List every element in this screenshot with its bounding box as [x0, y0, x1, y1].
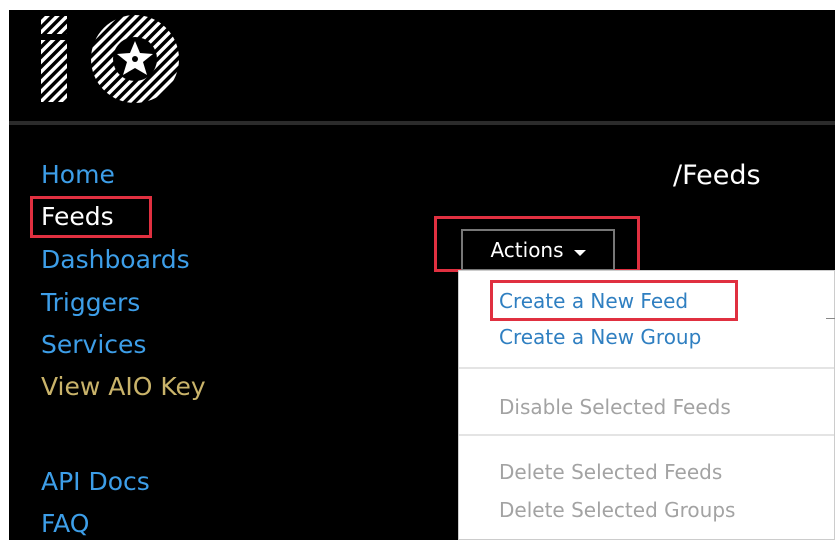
sidebar-item-view-aio-key[interactable]: View AIO Key: [41, 374, 206, 399]
menu-item-disable-selected-feeds: Disable Selected Feeds: [499, 395, 731, 419]
app-window: Home Feeds Dashboards Triggers Services …: [9, 10, 835, 540]
actions-label: Actions: [490, 238, 564, 262]
adafruit-io-logo-icon[interactable]: [39, 12, 199, 110]
breadcrumb-separator: /: [673, 160, 683, 191]
breadcrumb-current: Feeds: [682, 160, 761, 191]
sidebar-item-faq[interactable]: FAQ: [41, 511, 89, 536]
create-feed-highlight-box: [490, 280, 738, 321]
sidebar-item-services[interactable]: Services: [41, 332, 146, 357]
menu-item-delete-selected-groups: Delete Selected Groups: [499, 498, 736, 522]
header-divider: [9, 121, 835, 125]
header: [9, 10, 835, 118]
menu-item-delete-selected-feeds: Delete Selected Feeds: [499, 460, 723, 484]
sidebar-item-home[interactable]: Home: [41, 162, 115, 187]
content-edge-line: [826, 318, 835, 319]
menu-divider: [459, 367, 834, 369]
actions-dropdown-button[interactable]: Actions: [461, 229, 615, 271]
menu-divider: [459, 434, 834, 436]
caret-down-icon: [573, 250, 586, 256]
sidebar-item-dashboards[interactable]: Dashboards: [41, 247, 190, 272]
sidebar-item-triggers[interactable]: Triggers: [41, 290, 140, 315]
breadcrumb: /Feeds: [673, 160, 761, 191]
sidebar-item-api-docs[interactable]: API Docs: [41, 469, 150, 494]
menu-item-create-new-group[interactable]: Create a New Group: [499, 327, 701, 347]
feeds-highlight-box: [30, 196, 152, 238]
